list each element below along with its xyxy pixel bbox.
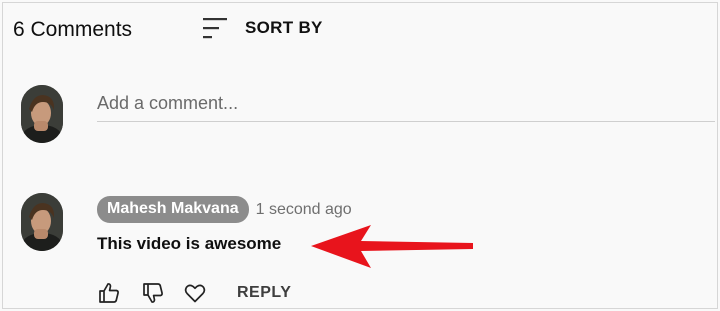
comment-author-name[interactable]: Mahesh Makvana: [97, 196, 249, 223]
sort-icon: [203, 18, 227, 39]
user-avatar: [21, 85, 63, 143]
add-comment-input[interactable]: [97, 89, 715, 117]
comments-header: 6 Comments: [13, 15, 132, 45]
sort-by-label: SORT BY: [245, 18, 323, 37]
sort-by-button[interactable]: SORT BY: [201, 15, 323, 41]
annotation-arrow: [311, 225, 473, 268]
comment-meta: Mahesh Makvana 1 second ago: [97, 196, 352, 223]
thumbs-down-icon[interactable]: [141, 281, 165, 305]
reply-button[interactable]: REPLY: [237, 284, 291, 302]
add-comment-field[interactable]: [97, 89, 715, 122]
comment-author-avatar[interactable]: [21, 193, 63, 251]
comment-actions: REPLY: [97, 281, 291, 305]
thumbs-up-icon[interactable]: [97, 281, 121, 305]
comment-timestamp[interactable]: 1 second ago: [256, 201, 352, 219]
comment-count: 6 Comments: [13, 18, 133, 41]
comment-text: This video is awesome: [97, 234, 282, 253]
comments-section: 6 Comments SORT BY Mahesh Makva: [2, 2, 718, 309]
heart-icon[interactable]: [183, 281, 207, 305]
